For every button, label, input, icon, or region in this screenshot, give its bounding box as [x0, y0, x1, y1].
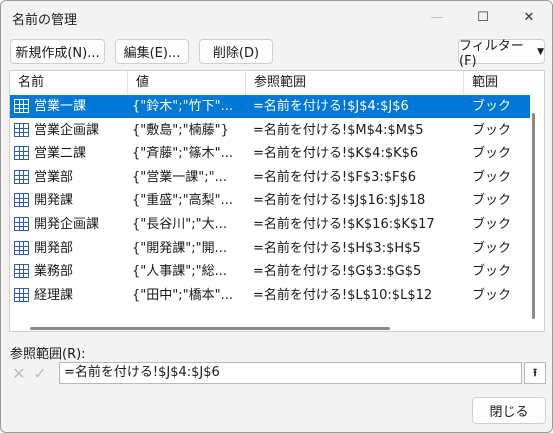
table-name-icon	[14, 217, 29, 231]
column-header-name[interactable]: 名前	[10, 71, 128, 95]
table-name-icon	[14, 146, 29, 160]
table-row[interactable]: 営業企画課 {"敷島";"楠藤"} =名前を付ける!$M$4:$M$5 ブック	[10, 119, 530, 142]
delete-name-button[interactable]: 削除(D)	[199, 39, 273, 64]
table-name-icon	[14, 193, 29, 207]
cell-value: {"長谷川";"大...	[132, 217, 227, 232]
table-row[interactable]: 営業二課 {"斉藤";"篠木"... =名前を付ける!$K$4:$K$6 ブック	[10, 142, 530, 165]
dialog-title: 名前の管理	[12, 13, 78, 28]
chevron-down-icon: ▼	[537, 46, 544, 57]
cell-refers-to: =名前を付ける!$K$16:$K$17	[253, 217, 435, 232]
table-row[interactable]: 開発部 {"開発課";"開... =名前を付ける!$H$3:$H$5 ブック	[10, 237, 530, 260]
table-name-icon	[14, 264, 29, 278]
cell-name: 開発企画課	[34, 217, 100, 232]
horizontal-scrollbar[interactable]	[10, 325, 544, 331]
cell-name: 営業部	[34, 170, 74, 185]
cell-refers-to: =名前を付ける!$J$4:$J$6	[253, 99, 409, 114]
table-name-icon	[14, 123, 29, 137]
minimize-icon: —	[430, 9, 444, 25]
cell-refers-to: =名前を付ける!$J$16:$J$18	[253, 193, 426, 208]
table-row[interactable]: 開発課 {"重盛";"高梨"... =名前を付ける!$J$16:$J$18 ブック	[10, 189, 530, 212]
cell-scope: ブック	[472, 217, 512, 232]
cell-name: 経理課	[34, 288, 74, 303]
cell-scope: ブック	[472, 264, 512, 279]
close-button[interactable]: 閉じる	[472, 397, 546, 424]
filter-label: フィルター(F)	[459, 38, 524, 69]
maximize-icon[interactable]: ☐	[460, 1, 506, 33]
cell-name: 営業一課	[34, 99, 87, 114]
confirm-edit-icon: ✓	[33, 363, 47, 383]
cell-scope: ブック	[472, 123, 512, 138]
table-row[interactable]: 業務部 {"人事課";"総... =名前を付ける!$G$3:$G$5 ブック	[10, 260, 530, 283]
cell-refers-to: =名前を付ける!$H$3:$H$5	[253, 241, 421, 256]
cell-value: {"斉藤";"篠木"...	[132, 146, 233, 161]
cell-value: {"鈴木";"竹下"...	[132, 99, 233, 114]
cell-scope: ブック	[472, 99, 512, 114]
cell-scope: ブック	[472, 241, 512, 256]
vertical-scroll-thumb[interactable]	[532, 113, 535, 319]
cell-value: {"重盛";"高梨"...	[132, 193, 233, 208]
cell-name: 営業二課	[34, 146, 87, 161]
cell-scope: ブック	[472, 170, 512, 185]
cell-name: 開発課	[34, 193, 74, 208]
edit-name-button[interactable]: 編集(E)...	[115, 39, 189, 64]
title-bar: 名前の管理 — ☐ ✕	[1, 1, 552, 33]
table-name-icon	[14, 288, 29, 302]
list-header: 名前 値 参照範囲 範囲	[10, 71, 544, 95]
cell-value: {"開発課";"開...	[132, 241, 227, 256]
cell-scope: ブック	[472, 146, 512, 161]
horizontal-scroll-thumb[interactable]	[30, 327, 390, 330]
new-name-button[interactable]: 新規作成(N)...	[10, 39, 105, 64]
cell-refers-to: =名前を付ける!$M$4:$M$5	[253, 123, 424, 138]
names-list[interactable]: 名前 値 参照範囲 範囲 営業一課 {"鈴木";"竹下"... =名前を付ける!$J…	[9, 70, 545, 332]
cell-value: {"田中";"橋本"...	[132, 288, 233, 303]
table-row[interactable]: 営業部 {"営業一課";"... =名前を付ける!$F$3:$F$6 ブック	[10, 166, 530, 189]
cell-value: {"営業一課";"...	[132, 170, 227, 185]
cell-value: {"敷島";"楠藤"}	[132, 123, 229, 138]
refers-to-label: 参照範囲(R):	[10, 347, 86, 362]
table-name-icon	[14, 99, 29, 113]
cell-scope: ブック	[472, 288, 512, 303]
cell-name: 営業企画課	[34, 123, 100, 138]
cell-scope: ブック	[472, 193, 512, 208]
cell-name: 開発部	[34, 241, 74, 256]
cancel-edit-icon: ✕	[12, 363, 26, 383]
table-name-icon	[14, 170, 29, 184]
column-header-value[interactable]: 値	[128, 71, 246, 95]
refers-to-input[interactable]: =名前を付ける!$J$4:$J$6	[59, 362, 522, 384]
name-manager-dialog: 名前の管理 — ☐ ✕ 新規作成(N)... 編集(E)... 削除(D) フィ…	[0, 0, 553, 433]
cell-refers-to: =名前を付ける!$F$3:$F$6	[253, 170, 417, 185]
cell-refers-to: =名前を付ける!$G$3:$G$5	[253, 264, 422, 279]
close-icon[interactable]: ✕	[506, 1, 552, 33]
vertical-scrollbar[interactable]	[532, 95, 536, 325]
collapse-dialog-icon[interactable]: ⭱	[524, 362, 546, 384]
cell-refers-to: =名前を付ける!$K$4:$K$6	[253, 146, 419, 161]
filter-button[interactable]: フィルター(F) ▼	[458, 39, 545, 69]
cell-refers-to: =名前を付ける!$L$10:$L$12	[253, 288, 433, 303]
cell-value: {"人事課";"総...	[132, 264, 227, 279]
table-name-icon	[14, 241, 29, 255]
table-row[interactable]: 営業一課 {"鈴木";"竹下"... =名前を付ける!$J$4:$J$6 ブック	[10, 95, 530, 118]
table-row[interactable]: 開発企画課 {"長谷川";"大... =名前を付ける!$K$16:$K$17 ブック	[10, 213, 530, 236]
cell-name: 業務部	[34, 264, 74, 279]
column-header-refers-to[interactable]: 参照範囲	[246, 71, 464, 95]
table-row[interactable]: 経理課 {"田中";"橋本"... =名前を付ける!$L$10:$L$12 ブック	[10, 284, 530, 307]
column-header-scope[interactable]: 範囲	[464, 71, 534, 95]
